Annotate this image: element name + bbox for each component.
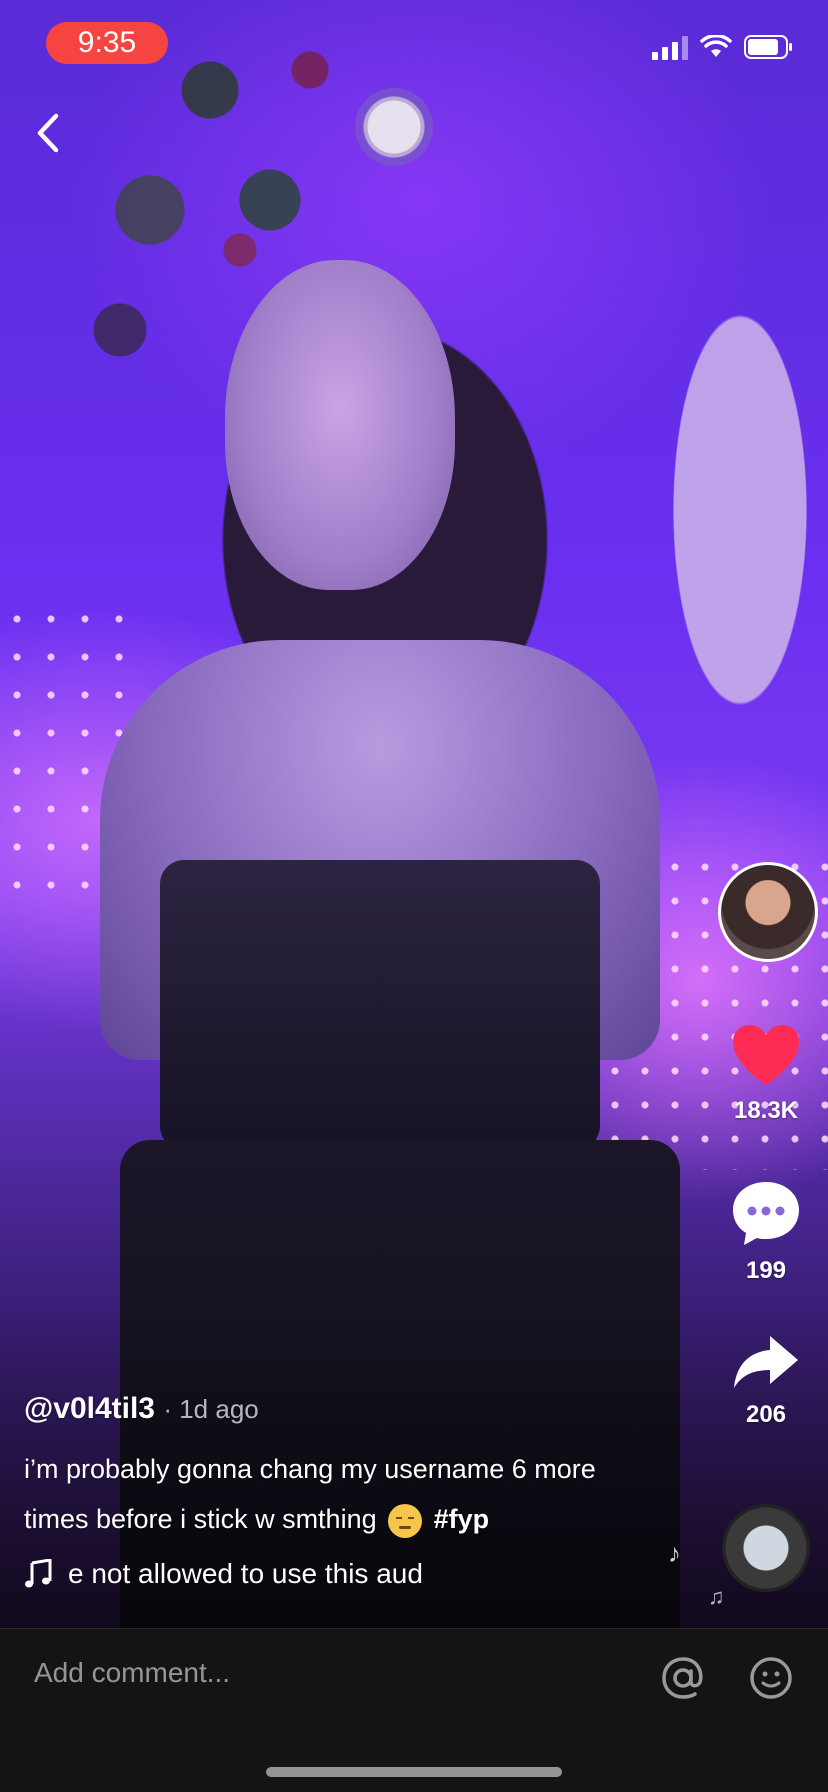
comment-bar: Add comment... [0,1628,828,1792]
floating-music-note-icon: ♪ [668,1538,681,1568]
hashtag-link[interactable]: #fyp [434,1504,490,1534]
share-count: 206 [745,1401,787,1428]
caption-description: i’m probably gonna chang my username 6 m… [24,1454,596,1534]
like-button[interactable]: 18.3K [718,1022,814,1125]
heart-icon [733,1025,799,1085]
emoji-icon[interactable] [748,1655,794,1701]
video-player[interactable] [0,0,828,1628]
caption-text: i’m probably gonna chang my username 6 m… [24,1444,664,1544]
share-button[interactable]: 206 [718,1332,814,1429]
wifi-icon [700,35,732,59]
comment-input[interactable]: Add comment... [34,1657,230,1689]
cellular-signal-icon [652,34,688,60]
status-time: 9:35 [46,22,168,64]
comment-count: 199 [745,1257,787,1284]
post-time: · 1d ago [163,1394,259,1424]
sound-link[interactable]: e not allowed to use this aud [24,1558,444,1590]
battery-icon [744,35,794,59]
creator-avatar[interactable] [718,862,818,962]
at-icon[interactable] [660,1655,706,1701]
comment-button[interactable]: 199 [718,1178,814,1285]
sound-title: e not allowed to use this aud [68,1558,423,1589]
pensive-emoji-icon [388,1503,423,1538]
comment-bubble-icon [733,1182,799,1245]
music-note-icon [25,1559,52,1588]
username-row: @v0l4til3 · 1d ago [24,1392,664,1426]
home-indicator [266,1767,562,1777]
tiktok-video-screen: 9:35 18.3K 199 206 ♪ ♫ @v0l4til3 · 1d ag… [0,0,828,1792]
creator-username[interactable]: @v0l4til3 [24,1392,155,1425]
floating-music-note-icon: ♫ [708,1584,725,1609]
floating-bubble [355,88,433,166]
share-arrow-icon [734,1336,798,1388]
status-icons [652,34,794,60]
video-caption: @v0l4til3 · 1d ago i’m probably gonna ch… [24,1392,664,1544]
music-disc[interactable] [722,1504,810,1592]
person-top [160,860,600,1150]
back-button[interactable] [28,108,72,158]
raised-arm [600,180,828,780]
person-face [225,260,455,590]
like-count: 18.3K [733,1097,799,1124]
back-chevron-icon [37,113,59,153]
